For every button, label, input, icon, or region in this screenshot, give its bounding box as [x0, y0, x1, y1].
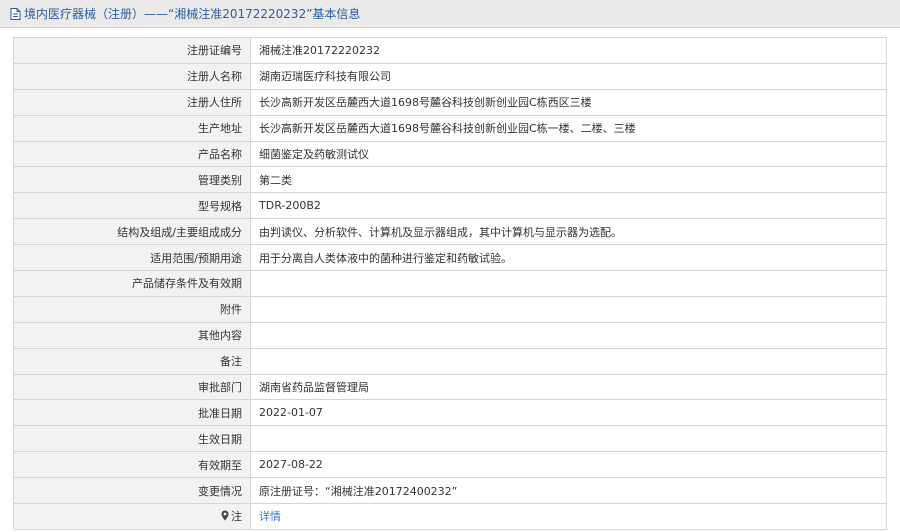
field-label: 审批部门	[13, 373, 251, 401]
field-value	[250, 425, 887, 453]
field-value: 用于分离自人类体液中的菌种进行鉴定和药敏试验。	[250, 244, 887, 272]
document-icon	[10, 7, 21, 20]
details-link[interactable]: 详情	[259, 510, 281, 523]
field-label: 产品名称	[13, 140, 251, 168]
field-value: 湖南迈瑞医疗科技有限公司	[250, 62, 887, 90]
field-value: 长沙高新开发区岳麓西大道1698号麓谷科技创新创业园C栋一楼、二楼、三楼	[250, 114, 887, 142]
field-label: 生产地址	[13, 114, 251, 142]
field-label: 型号规格	[13, 192, 251, 220]
table-row: 批准日期 2022-01-07	[13, 399, 887, 427]
field-label: 批准日期	[13, 399, 251, 427]
detail-table-container: 注册证编号 湘械注准20172220232 注册人名称 湖南迈瑞医疗科技有限公司 注册人…	[13, 37, 887, 530]
field-value	[250, 295, 887, 323]
field-value	[250, 321, 887, 349]
field-label: 注册人住所	[13, 88, 251, 116]
table-row: 注册人名称 湖南迈瑞医疗科技有限公司	[13, 62, 887, 90]
field-value: 湘械注准20172220232	[250, 37, 887, 64]
field-label: 结构及组成/主要组成成分	[13, 218, 251, 246]
table-row: 生产地址 长沙高新开发区岳麓西大道1698号麓谷科技创新创业园C栋一楼、二楼、三楼	[13, 114, 887, 142]
table-row-note: 注 详情	[13, 503, 887, 530]
page-header: 境内医疗器械（注册）——“湘械注准20172220232”基本信息	[0, 0, 900, 28]
table-row: 其他内容	[13, 321, 887, 349]
table-row: 备注	[13, 347, 887, 375]
table-row: 变更情况 原注册证号：“湘械注准20172400232”	[13, 477, 887, 505]
field-value	[250, 347, 887, 375]
field-label: 其他内容	[13, 321, 251, 349]
table-row: 附件	[13, 295, 887, 323]
pin-icon	[221, 510, 229, 521]
note-value-cell: 详情	[250, 503, 887, 530]
field-label: 产品储存条件及有效期	[13, 270, 251, 297]
table-row: 管理类别 第二类	[13, 166, 887, 194]
table-row: 生效日期	[13, 425, 887, 453]
page-title: 境内医疗器械（注册）——“湘械注准20172220232”基本信息	[24, 7, 361, 21]
note-label: 注	[231, 510, 242, 524]
table-row: 结构及组成/主要组成成分 由判读仪、分析软件、计算机及显示器组成，其中计算机与显示…	[13, 218, 887, 246]
field-value: 原注册证号：“湘械注准20172400232”	[250, 477, 887, 505]
field-label: 备注	[13, 347, 251, 375]
field-value: 2027-08-22	[250, 451, 887, 479]
field-label: 管理类别	[13, 166, 251, 194]
note-label-cell: 注	[13, 503, 251, 530]
field-value	[250, 270, 887, 297]
table-row: 产品储存条件及有效期	[13, 270, 887, 297]
detail-table: 注册证编号 湘械注准20172220232 注册人名称 湖南迈瑞医疗科技有限公司 注册人…	[13, 37, 887, 530]
table-row: 适用范围/预期用途 用于分离自人类体液中的菌种进行鉴定和药敏试验。	[13, 244, 887, 272]
field-label: 有效期至	[13, 451, 251, 479]
field-value: 湖南省药品监督管理局	[250, 373, 887, 401]
table-row: 产品名称 细菌鉴定及药敏测试仪	[13, 140, 887, 168]
table-row: 型号规格 TDR-200B2	[13, 192, 887, 220]
field-label: 注册人名称	[13, 62, 251, 90]
field-value: 长沙高新开发区岳麓西大道1698号麓谷科技创新创业园C栋西区三楼	[250, 88, 887, 116]
field-value: 细菌鉴定及药敏测试仪	[250, 140, 887, 168]
field-label: 注册证编号	[13, 37, 251, 64]
field-label: 附件	[13, 295, 251, 323]
table-row: 审批部门 湖南省药品监督管理局	[13, 373, 887, 401]
field-value: 由判读仪、分析软件、计算机及显示器组成，其中计算机与显示器为选配。	[250, 218, 887, 246]
field-value: TDR-200B2	[250, 192, 887, 220]
field-value: 2022-01-07	[250, 399, 887, 427]
field-label: 适用范围/预期用途	[13, 244, 251, 272]
table-row: 有效期至 2027-08-22	[13, 451, 887, 479]
field-value: 第二类	[250, 166, 887, 194]
table-row: 注册人住所 长沙高新开发区岳麓西大道1698号麓谷科技创新创业园C栋西区三楼	[13, 88, 887, 116]
table-row: 注册证编号 湘械注准20172220232	[13, 37, 887, 64]
field-label: 生效日期	[13, 425, 251, 453]
field-label: 变更情况	[13, 477, 251, 505]
